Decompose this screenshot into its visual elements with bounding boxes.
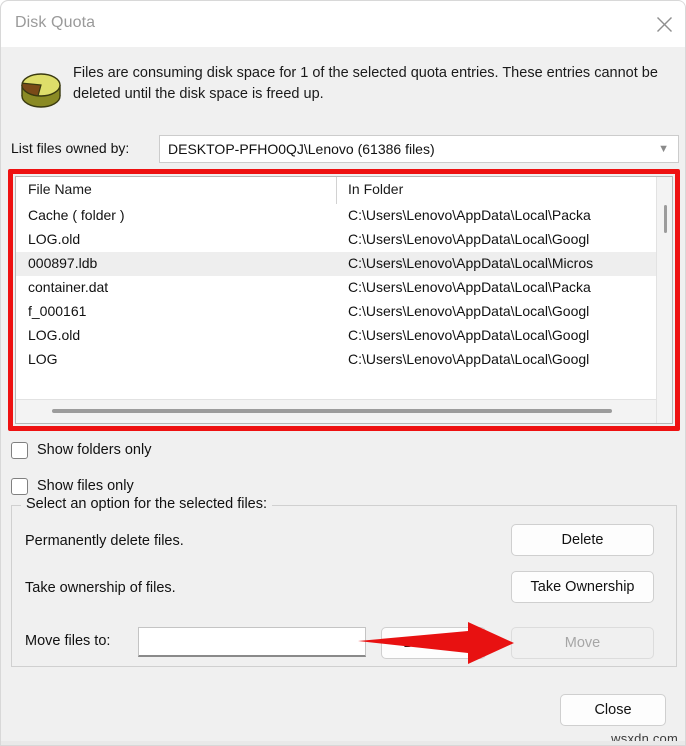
file-list-row[interactable]: container.dat C:\Users\Lenovo\AppData\Loc…: [16, 276, 672, 300]
move-files-to-label: Move files to:: [25, 633, 111, 649]
file-name-cell: container.dat: [28, 279, 109, 295]
column-header-in-folder[interactable]: In Folder: [348, 181, 403, 197]
browse-button[interactable]: Browse...: [381, 627, 486, 659]
close-icon: [656, 16, 672, 32]
footer-divider: [1, 689, 685, 690]
disk-quota-pie-icon: [21, 73, 61, 108]
file-list-row[interactable]: LOG C:\Users\Lenovo\AppData\Local\Googl: [16, 348, 672, 372]
window-close-button[interactable]: [641, 1, 685, 47]
owner-label: List files owned by:: [11, 140, 130, 156]
checkbox-show-files-only[interactable]: Show files only: [11, 475, 134, 497]
title-bar: Disk Quota: [1, 1, 685, 47]
in-folder-cell: C:\Users\Lenovo\AppData\Local\Googl: [348, 327, 590, 343]
window-title: Disk Quota: [15, 14, 96, 31]
file-list-row[interactable]: LOG.old C:\Users\Lenovo\AppData\Local\Goo…: [16, 324, 672, 348]
in-folder-cell: C:\Users\Lenovo\AppData\Local\Googl: [348, 231, 590, 247]
file-name-cell: f_000161: [28, 303, 87, 319]
file-name-cell: LOG.old: [28, 231, 81, 247]
in-folder-cell: C:\Users\Lenovo\AppData\Local\Micros: [348, 255, 594, 271]
horizontal-scrollbar-thumb[interactable]: [52, 409, 612, 413]
checkbox-box[interactable]: [11, 441, 28, 459]
checkbox-label: Show folders only: [37, 442, 152, 458]
file-list-row[interactable]: f_000161 C:\Users\Lenovo\AppData\Local\Go…: [16, 300, 672, 324]
horizontal-scrollbar[interactable]: [16, 399, 656, 423]
checkbox-label: Show files only: [37, 478, 134, 494]
dialog-body: Files are consuming disk space for 1 of …: [1, 47, 685, 745]
checkbox-show-folders-only[interactable]: Show folders only: [11, 439, 151, 461]
chevron-down-icon: ▼: [658, 142, 669, 155]
column-divider: [336, 177, 337, 204]
in-folder-cell: C:\Users\Lenovo\AppData\Local\Packa: [348, 207, 591, 223]
file-list-row[interactable]: LOG.old C:\Users\Lenovo\AppData\Local\Goo…: [16, 228, 672, 252]
in-folder-cell: C:\Users\Lenovo\AppData\Local\Googl: [348, 351, 590, 367]
file-name-cell: LOG.old: [28, 327, 81, 343]
move-destination-input[interactable]: [138, 627, 366, 657]
file-list-row[interactable]: Cache ( folder ) C:\Users\Lenovo\AppData\…: [16, 204, 672, 228]
owner-selected-value: DESKTOP-PFHO0QJ\Lenovo (61386 files): [168, 141, 435, 157]
options-group-legend: Select an option for the selected files:: [21, 496, 273, 512]
message-row: Files are consuming disk space for 1 of …: [1, 57, 685, 119]
in-folder-cell: C:\Users\Lenovo\AppData\Local\Googl: [348, 303, 590, 319]
delete-button[interactable]: Delete: [511, 524, 654, 556]
owner-dropdown[interactable]: DESKTOP-PFHO0QJ\Lenovo (61386 files) ▼: [159, 135, 679, 163]
file-name-cell: Cache ( folder ): [28, 207, 125, 223]
checkbox-box[interactable]: [11, 477, 28, 495]
file-name-cell: 000897.ldb: [28, 255, 98, 271]
move-button[interactable]: Move: [511, 627, 654, 659]
bottom-strip: [1, 741, 685, 745]
take-ownership-description: Take ownership of files.: [25, 580, 176, 596]
message-text: Files are consuming disk space for 1 of …: [73, 65, 658, 102]
file-list-header: File Name In Folder: [16, 177, 672, 204]
file-list-row[interactable]: 000897.ldb C:\Users\Lenovo\AppData\Local\…: [16, 252, 672, 276]
file-list[interactable]: File Name In Folder Cache ( folder ) C:\U…: [15, 176, 673, 424]
disk-quota-dialog: Disk Quota Files are consuming disk spac…: [0, 0, 686, 746]
file-name-cell: LOG: [28, 351, 58, 367]
owner-filter-row: List files owned by: DESKTOP-PFHO0QJ\Len…: [1, 135, 685, 163]
file-list-rows: Cache ( folder ) C:\Users\Lenovo\AppData\…: [16, 204, 672, 400]
delete-description: Permanently delete files.: [25, 533, 184, 549]
vertical-scrollbar[interactable]: [656, 177, 672, 423]
close-button[interactable]: Close: [560, 694, 666, 726]
in-folder-cell: C:\Users\Lenovo\AppData\Local\Packa: [348, 279, 591, 295]
column-header-file-name[interactable]: File Name: [28, 181, 92, 197]
vertical-scrollbar-thumb[interactable]: [664, 205, 667, 233]
take-ownership-button[interactable]: Take Ownership: [511, 571, 654, 603]
